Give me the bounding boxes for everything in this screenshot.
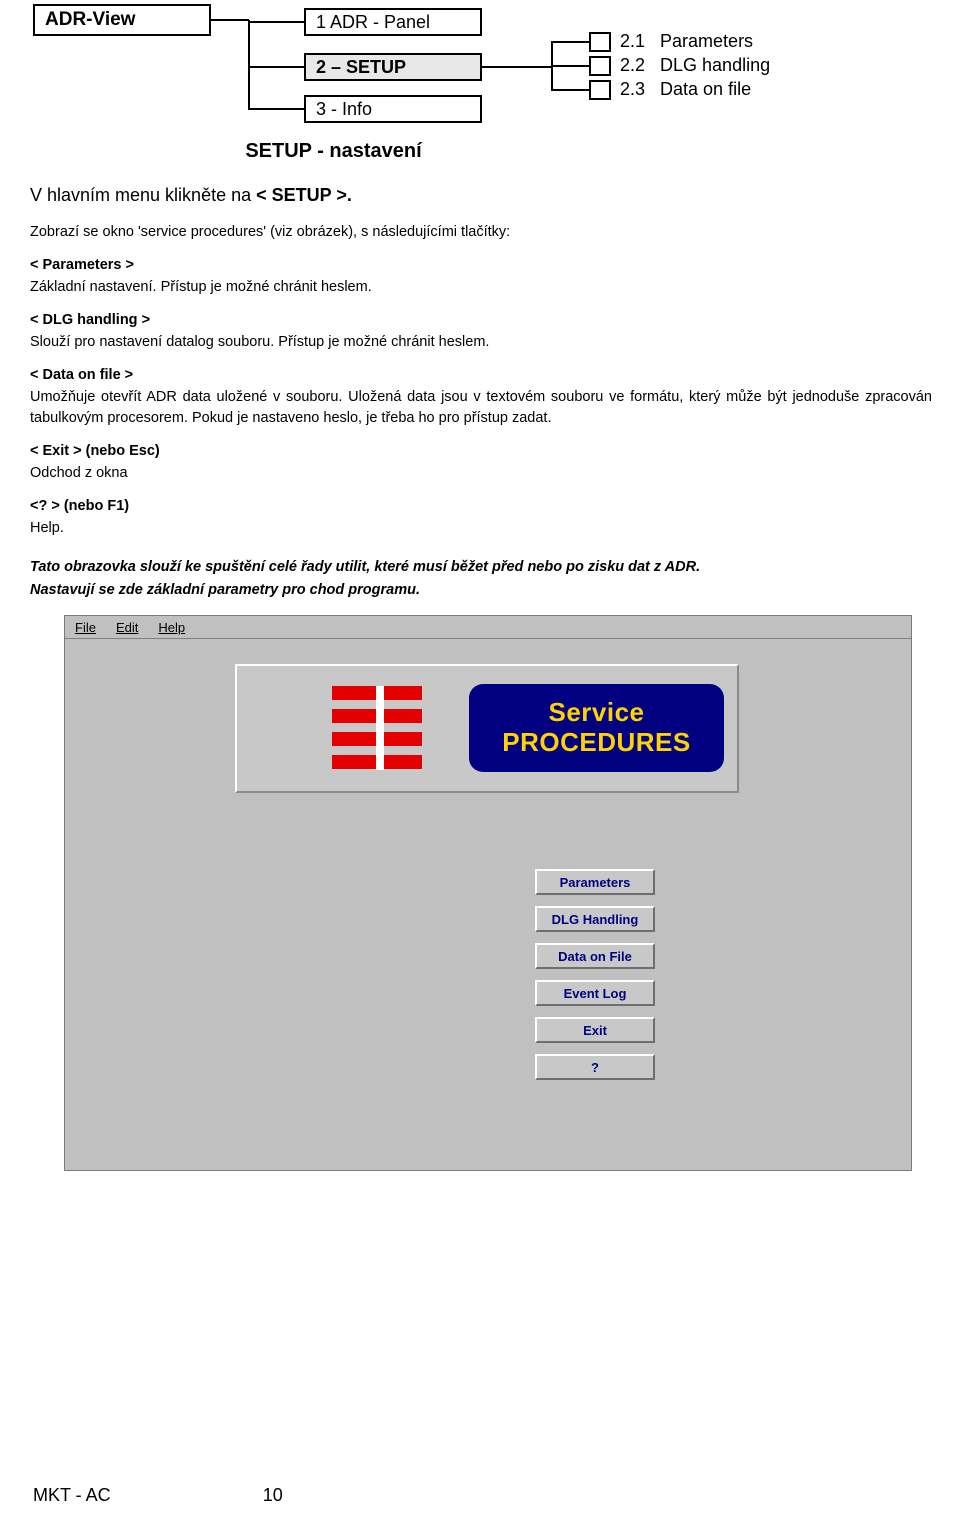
diagram-box-info: 3 - Info	[304, 95, 482, 123]
connector-line	[248, 21, 306, 23]
section-body-exit: Odchod z okna	[30, 465, 128, 482]
connector-line	[551, 41, 590, 43]
menu-help-label: Help	[158, 619, 186, 635]
diagram-submenu-marker-3	[589, 80, 611, 100]
footer-page-number: 10	[262, 1485, 283, 1505]
banner-line-1: Service	[548, 697, 645, 728]
banner-line-2: PROCEDURES	[502, 727, 691, 757]
lead-instruction: V hlavním menu klikněte na < SETUP >.	[30, 185, 932, 206]
section-heading-text: < Exit > (nebo Esc)	[30, 442, 160, 459]
section-heading-text: < Data on file >	[30, 366, 134, 383]
page-footer: MKT - AC 10	[33, 1485, 533, 1506]
diagram-submenu-label-parameters: 2.1 Parameters	[620, 31, 754, 51]
document-body: SETUP - nastavení V hlavním menu kliknět…	[30, 140, 932, 601]
section-title-dlg-handling: < DLG handling >	[30, 310, 932, 331]
menu-edit-label: Edit	[115, 619, 139, 635]
service-procedures-banner: Service PROCEDURES	[469, 684, 724, 772]
diagram-box-adr-panel: 1 ADR - Panel	[304, 8, 482, 36]
section-body-dlg-handling: Slouží pro nastavení datalog souboru. Př…	[30, 334, 490, 351]
event-log-button[interactable]: Event Log	[535, 980, 655, 1006]
section-body-data-on-file: Umožňuje otevřít ADR data uložené v soub…	[30, 389, 932, 427]
page-title: SETUP - nastavení	[245, 140, 422, 162]
section-title-exit: < Exit > (nebo Esc)	[30, 441, 932, 462]
window-menubar: File Edit Help	[65, 616, 911, 639]
dlg-handling-button[interactable]: DLG Handling	[535, 906, 655, 932]
connector-line	[211, 19, 249, 21]
service-procedures-window: File Edit Help Service PROCEDURES Parame…	[64, 615, 912, 1171]
help-button[interactable]: ?	[535, 1054, 655, 1080]
diagram-submenu-marker-2	[589, 56, 611, 76]
logo-stem	[376, 686, 384, 770]
closing-note-1: Tato obrazovka slouží ke spuštění celé ř…	[30, 558, 701, 575]
section-body-help: Help.	[30, 520, 64, 537]
section-title-parameters: < Parameters >	[30, 255, 932, 276]
exit-button[interactable]: Exit	[535, 1017, 655, 1043]
diagram-submenu-marker-1	[589, 32, 611, 52]
intro-paragraph: Zobrazí se okno 'service procedures' (vi…	[30, 224, 511, 240]
diagram-box-adrview: ADR-View	[33, 4, 211, 36]
section-title-data-on-file: < Data on file >	[30, 365, 932, 386]
action-button-column: Parameters DLG Handling Data on File Eve…	[535, 869, 655, 1091]
connector-line	[248, 108, 306, 110]
connector-line	[248, 20, 250, 110]
section-title-help: <? > (nebo F1)	[30, 496, 932, 517]
section-heading-text: <? > (nebo F1)	[30, 497, 130, 514]
diagram-submenu-label-data-on-file: 2.3 Data on file	[620, 79, 752, 99]
diagram-submenu-label-dlg-handling: 2.2 DLG handling	[620, 55, 771, 75]
menu-edit[interactable]: Edit	[116, 620, 138, 635]
menu-structure-diagram: ADR-View 1 ADR - Panel 2 – SETUP 3 - Inf…	[0, 0, 960, 135]
connector-line	[551, 65, 590, 67]
section-heading-text: < DLG handling >	[30, 311, 151, 328]
connector-line	[482, 66, 552, 68]
connector-line	[248, 66, 306, 68]
data-on-file-button[interactable]: Data on File	[535, 943, 655, 969]
lead-instruction-prefix: V hlavním menu klikněte na	[30, 185, 252, 205]
menu-file-label: File	[75, 619, 96, 635]
section-body-parameters: Základní nastavení. Přístup je možné chr…	[30, 279, 372, 296]
menu-file[interactable]: File	[75, 620, 96, 635]
header-panel: Service PROCEDURES	[235, 664, 739, 793]
section-heading-text: < Parameters >	[30, 256, 134, 273]
menu-help[interactable]: Help	[158, 620, 185, 635]
parameters-button[interactable]: Parameters	[535, 869, 655, 895]
lead-instruction-target: < SETUP >.	[256, 185, 352, 205]
connector-line	[551, 89, 590, 91]
footer-left-text: MKT - AC	[33, 1485, 111, 1505]
diagram-box-setup: 2 – SETUP	[304, 53, 482, 81]
logo-icon	[332, 686, 422, 770]
closing-note-2: Nastavují se zde základní parametry pro …	[30, 581, 420, 598]
